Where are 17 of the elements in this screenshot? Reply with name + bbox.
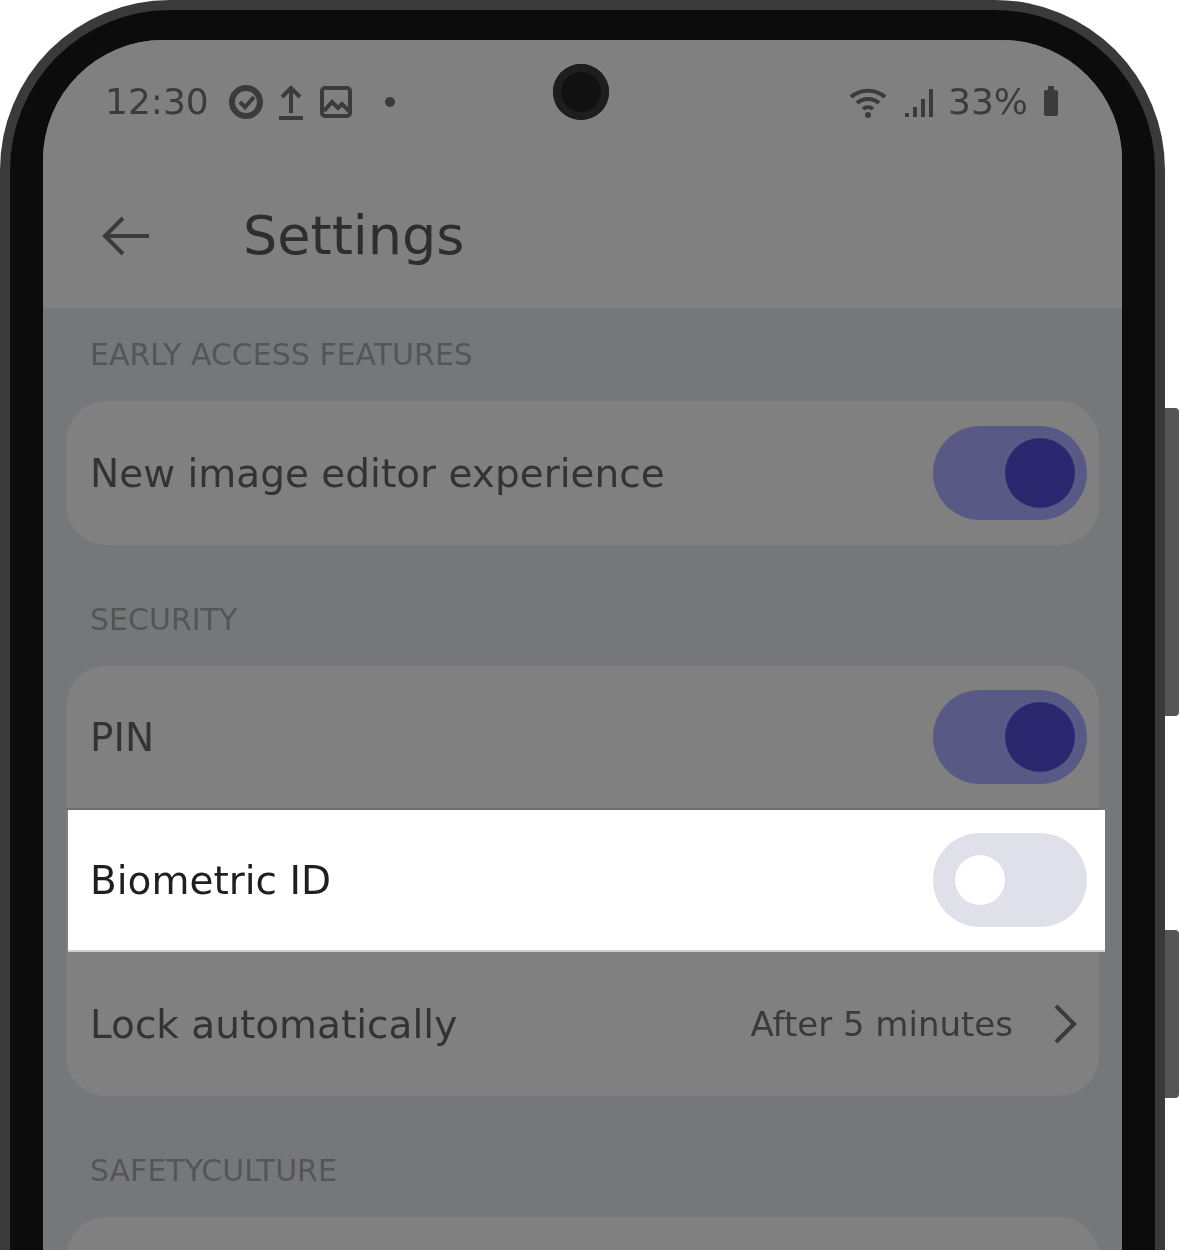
back-button[interactable] <box>101 214 151 257</box>
setting-label: Lock automatically <box>90 1001 459 1047</box>
setting-value: After 5 minutes <box>750 1004 1013 1044</box>
check-circle-icon <box>228 84 263 119</box>
settings-row[interactable]: New image editor experience <box>66 401 1099 545</box>
status-time: 12:30 <box>105 81 209 122</box>
setting-label: PIN <box>90 714 156 760</box>
chevron-right-icon <box>1053 1003 1077 1045</box>
battery-level: 33% <box>948 81 1028 122</box>
settings-row[interactable]: Lock automatically After 5 minutes <box>66 952 1099 1096</box>
setting-label: New image editor experience <box>90 450 666 496</box>
settings-row[interactable]: Biometric ID <box>68 810 1105 952</box>
setting-label: Biometric ID <box>90 857 332 903</box>
image-icon <box>318 84 353 119</box>
dot-icon <box>384 96 395 107</box>
battery-icon <box>1042 85 1060 118</box>
page-title: Settings <box>243 204 465 267</box>
